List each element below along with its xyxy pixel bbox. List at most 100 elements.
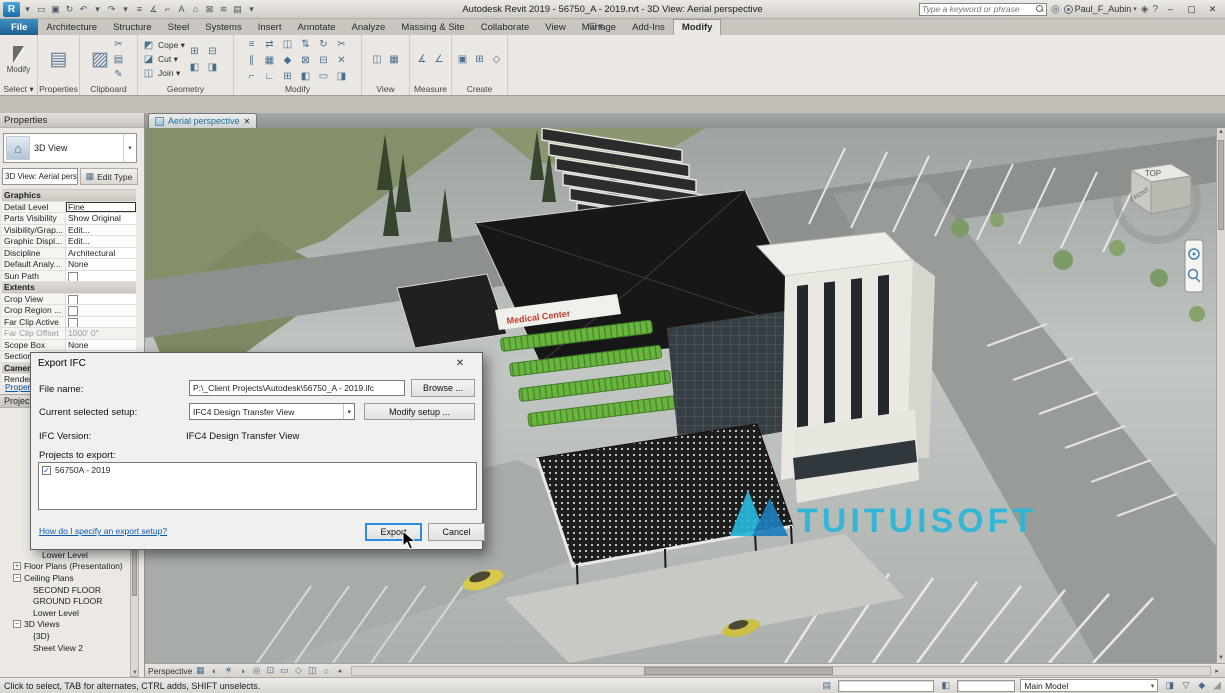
search-input[interactable] [922,4,1036,14]
cut-icon[interactable]: ✂ [111,38,126,52]
rotate-icon[interactable]: ↻ [316,37,331,51]
unlocked-view-icon[interactable]: ◇ [291,665,305,677]
exchange-apps-icon[interactable]: ◈ [1141,4,1149,15]
default-3d-view-icon[interactable]: ⌂ [189,2,202,17]
match-props-icon[interactable]: ◧ [298,69,313,83]
wall-opening-icon[interactable]: ▭ [316,69,331,83]
tab-architecture[interactable]: Architecture [38,19,105,35]
properties-palette-header[interactable]: Properties [0,113,144,128]
view-tab-aerial-perspective[interactable]: Aerial perspective ✕ [148,113,257,128]
design-options-icon[interactable]: ◧ [939,680,952,691]
project-checkbox[interactable]: ✓ [42,466,51,475]
tree-item[interactable]: + Floor Plans (Presentation) [2,561,130,573]
tab-insert[interactable]: Insert [250,19,290,35]
copy-tool-icon[interactable]: ⊞ [280,69,295,83]
demolish-icon[interactable]: ⊟ [205,44,220,58]
qat-expand-icon[interactable]: ▾ [21,2,34,17]
tree-expand-icon[interactable] [22,586,30,594]
cope-tool[interactable]: ◩Cope ▾ [141,39,185,52]
detail-level-icon[interactable]: ▦ [193,665,207,677]
user-dropdown-icon[interactable]: ▾ [1133,5,1137,13]
modify-tool-button[interactable]: Modify [7,46,31,74]
switch-windows-panel-icon[interactable]: ◫ [370,53,385,67]
save-icon[interactable]: ▣ [49,2,62,17]
tab-analyze[interactable]: Analyze [344,19,394,35]
view-filter-combo[interactable]: 3D View: Aerial persp [2,168,78,185]
modify-selection-dropdown-icon[interactable]: ▾ [599,21,604,32]
worksets-box[interactable] [838,680,934,692]
sun-path-icon[interactable]: ☀ [221,665,235,677]
extend-icon[interactable]: ∟ [262,69,277,83]
project-list-item[interactable]: ✓ 56750A - 2019 [42,465,473,475]
type-selector-dropdown-icon[interactable]: ▾ [123,134,136,162]
wall-joins-icon[interactable]: ⊞ [187,44,202,58]
cut-tool[interactable]: ◪Cut ▾ [141,53,185,66]
tree-item[interactable]: GROUND FLOOR [2,595,130,607]
close-inactive-icon[interactable]: ▦ [387,53,402,67]
property-row[interactable]: Default Analy... None [2,259,136,271]
file-name-input[interactable]: P:\_Client Projects\Autodesk\56750_A - 2… [189,380,405,396]
tab-annotate[interactable]: Annotate [289,19,343,35]
property-row[interactable]: Crop View [2,294,136,306]
help-search-box[interactable] [919,3,1047,16]
aligned-dimension-icon[interactable]: ⌐ [161,2,174,17]
modify-selection-icon[interactable]: ⊡ [589,21,597,32]
copy-icon[interactable]: ▤ [111,53,126,67]
property-row[interactable]: Discipline Architectural [2,248,136,260]
tab-structure[interactable]: Structure [105,19,160,35]
section-icon[interactable]: ⊠ [203,2,216,17]
hscroll-right-icon[interactable]: ▸ [1212,667,1222,675]
panel-label-select[interactable]: Select ▾ [0,83,37,95]
tree-expand-icon[interactable] [22,597,30,605]
hscroll-left-icon[interactable]: ◂ [334,667,344,675]
setup-combo-dropdown-icon[interactable]: ▾ [343,404,351,419]
tab-steel[interactable]: Steel [160,19,198,35]
undo-icon[interactable]: ↶ [77,2,90,17]
select-toggle-icon[interactable]: ◆ [1195,680,1208,691]
move-icon[interactable]: ⇅ [298,37,313,51]
edit-type-button[interactable]: ▦ Edit Type [80,168,138,185]
search-icon[interactable] [1036,5,1044,13]
tab-add-ins[interactable]: Add-Ins [624,19,673,35]
delete-icon[interactable]: ✕ [334,53,349,67]
setup-combo[interactable]: IFC4 Design Transfer View ▾ [189,403,355,420]
tree-item[interactable]: Lower Level [2,607,130,619]
tree-item[interactable]: − Ceiling Plans [2,572,130,584]
properties-toggle-button[interactable]: ▤ [50,50,68,69]
sync-icon[interactable]: ↻ [63,2,76,17]
property-row[interactable]: Extents [2,282,136,294]
tree-item[interactable]: SECOND FLOOR [2,584,130,596]
open-icon[interactable]: ▭ [35,2,48,17]
tree-expand-icon[interactable]: + [13,562,21,570]
mirror-icon[interactable]: ◫ [280,37,295,51]
create-assembly-icon[interactable]: ◇ [489,53,504,67]
paint-icon[interactable]: ◨ [205,60,220,74]
active-design-option-combo[interactable]: Main Model ▾ [1020,679,1158,692]
property-row[interactable]: Far Clip Active [2,317,136,329]
minimize-button[interactable]: – [1162,2,1179,17]
render-icon[interactable]: ◎ [249,665,263,677]
revit-logo[interactable]: R [3,2,20,17]
scrollbar-thumb[interactable] [644,667,833,675]
property-row[interactable]: Detail Level Fine [2,202,136,214]
measure-between-icon[interactable]: ∡ [415,53,430,67]
crop-region-icon[interactable]: ▭ [277,665,291,677]
viewcube-top-label[interactable]: TOP [1145,169,1161,178]
property-row[interactable]: Graphics [2,190,136,202]
paste-button[interactable]: ▨ [91,50,109,69]
qat-customize-icon[interactable]: ▾ [245,2,258,17]
create-group-icon[interactable]: ▣ [455,53,470,67]
create-similar-icon[interactable]: ⊞ [472,53,487,67]
trim-corner-icon[interactable]: ⌐ [244,69,259,83]
tree-item[interactable]: Sheet View 2 [2,642,130,654]
canvas-vertical-scrollbar[interactable]: ▲ ▼ [1216,128,1225,663]
modify-setup-button[interactable]: Modify setup ... [364,403,475,420]
print-icon[interactable]: ≡ [133,2,146,17]
tree-item[interactable]: {3D} [2,630,130,642]
undo-dropdown-icon[interactable]: ▾ [91,2,104,17]
binoculars-icon[interactable]: ◎ [1051,4,1060,15]
tree-expand-icon[interactable]: − [13,620,21,628]
tree-item[interactable]: − 3D Views [2,619,130,631]
filter-icon[interactable]: ▽ [1179,680,1192,691]
thin-lines-icon[interactable]: ≋ [217,2,230,17]
